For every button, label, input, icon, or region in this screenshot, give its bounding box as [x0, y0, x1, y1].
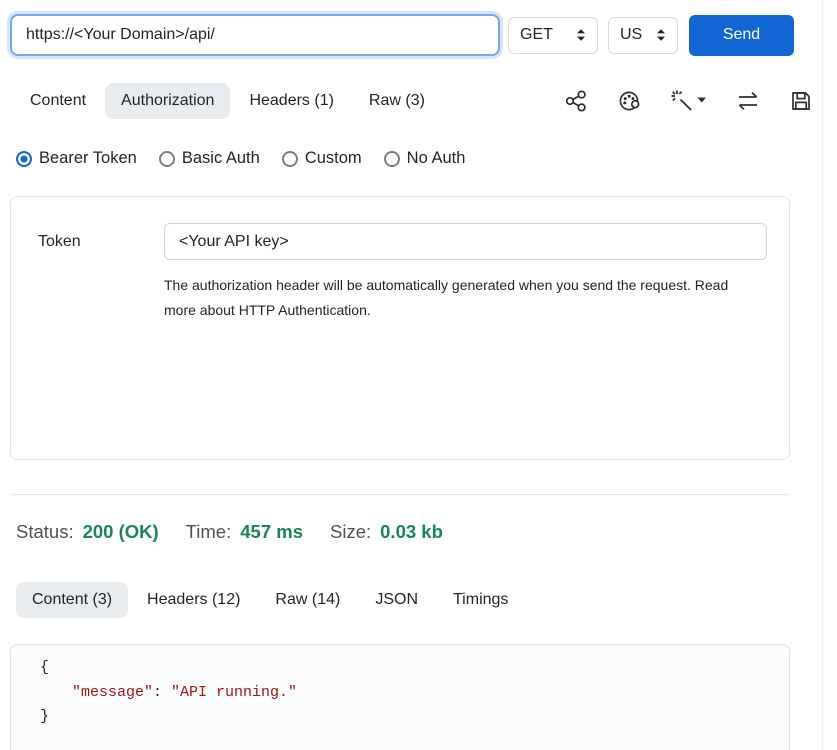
resp-tab-timings[interactable]: Timings: [437, 582, 524, 618]
response-body-code: { "message": "API running." }: [10, 644, 790, 750]
tab-content[interactable]: Content: [14, 83, 102, 119]
status-value: 200 (OK): [83, 521, 159, 543]
radio-unselected-icon: [159, 151, 175, 167]
tab-raw[interactable]: Raw (3): [353, 83, 441, 119]
section-divider: [10, 494, 790, 495]
code-line: {: [40, 656, 789, 681]
magic-wand-dropdown-icon[interactable]: [670, 89, 707, 113]
swap-arrows-icon[interactable]: [736, 89, 760, 113]
resp-tab-headers[interactable]: Headers (12): [131, 582, 256, 618]
resp-tab-raw[interactable]: Raw (14): [259, 582, 356, 618]
response-tabs-row: Content (3) Headers (12) Raw (14) JSON T…: [16, 582, 825, 618]
code-line: }: [40, 705, 789, 730]
method-select-value: GET: [520, 26, 553, 44]
region-select-value: US: [620, 26, 642, 44]
token-label: Token: [38, 233, 164, 251]
radio-label: Basic Auth: [182, 149, 260, 168]
method-select[interactable]: GET: [508, 17, 598, 54]
api-tester-page: GET US Send Content Authorization Header…: [0, 0, 837, 750]
radio-custom[interactable]: Custom: [282, 149, 362, 168]
radio-label: Bearer Token: [39, 149, 137, 168]
code-line: "message": "API running.": [72, 681, 789, 706]
auth-type-radios: Bearer Token Basic Auth Custom No Auth: [16, 149, 837, 168]
share-nodes-icon[interactable]: [564, 89, 588, 113]
token-panel: Token The authorization header will be a…: [10, 196, 790, 460]
region-select[interactable]: US: [608, 17, 678, 54]
time-label: Time:: [186, 521, 232, 543]
updown-caret-icon: [656, 28, 666, 42]
radio-label: Custom: [305, 149, 362, 168]
radio-unselected-icon: [384, 151, 400, 167]
request-tabs-row: Content Authorization Headers (1) Raw (3…: [14, 83, 825, 119]
content-right-edge: [822, 0, 823, 750]
updown-caret-icon: [576, 28, 586, 42]
json-key: "message": [72, 684, 153, 701]
json-separator: :: [153, 684, 171, 701]
size-value: 0.03 kb: [380, 521, 443, 543]
toolbar-icon-group: [564, 89, 825, 113]
radio-label: No Auth: [407, 149, 466, 168]
radio-basic-auth[interactable]: Basic Auth: [159, 149, 260, 168]
tab-authorization[interactable]: Authorization: [105, 83, 230, 119]
radio-unselected-icon: [282, 151, 298, 167]
json-value: "API running.": [171, 684, 297, 701]
radio-bearer-token[interactable]: Bearer Token: [16, 149, 137, 168]
resp-tab-json[interactable]: JSON: [359, 582, 434, 618]
resp-tab-content[interactable]: Content (3): [16, 582, 128, 618]
radio-selected-icon: [16, 151, 32, 167]
request-bar: GET US Send: [0, 0, 837, 56]
status-label: Status:: [16, 521, 74, 543]
url-input[interactable]: [10, 14, 500, 56]
tab-headers[interactable]: Headers (1): [233, 83, 349, 119]
palette-icon[interactable]: [617, 89, 641, 113]
response-status-row: Status: 200 (OK) Time: 457 ms Size: 0.03…: [16, 521, 837, 543]
token-input[interactable]: [164, 223, 767, 260]
save-icon[interactable]: [789, 89, 813, 113]
send-button[interactable]: Send: [689, 15, 794, 56]
token-row: Token: [11, 197, 789, 260]
radio-no-auth[interactable]: No Auth: [384, 149, 466, 168]
time-value: 457 ms: [240, 521, 303, 543]
size-label: Size:: [330, 521, 371, 543]
auth-help-text: The authorization header will be automat…: [164, 273, 757, 323]
